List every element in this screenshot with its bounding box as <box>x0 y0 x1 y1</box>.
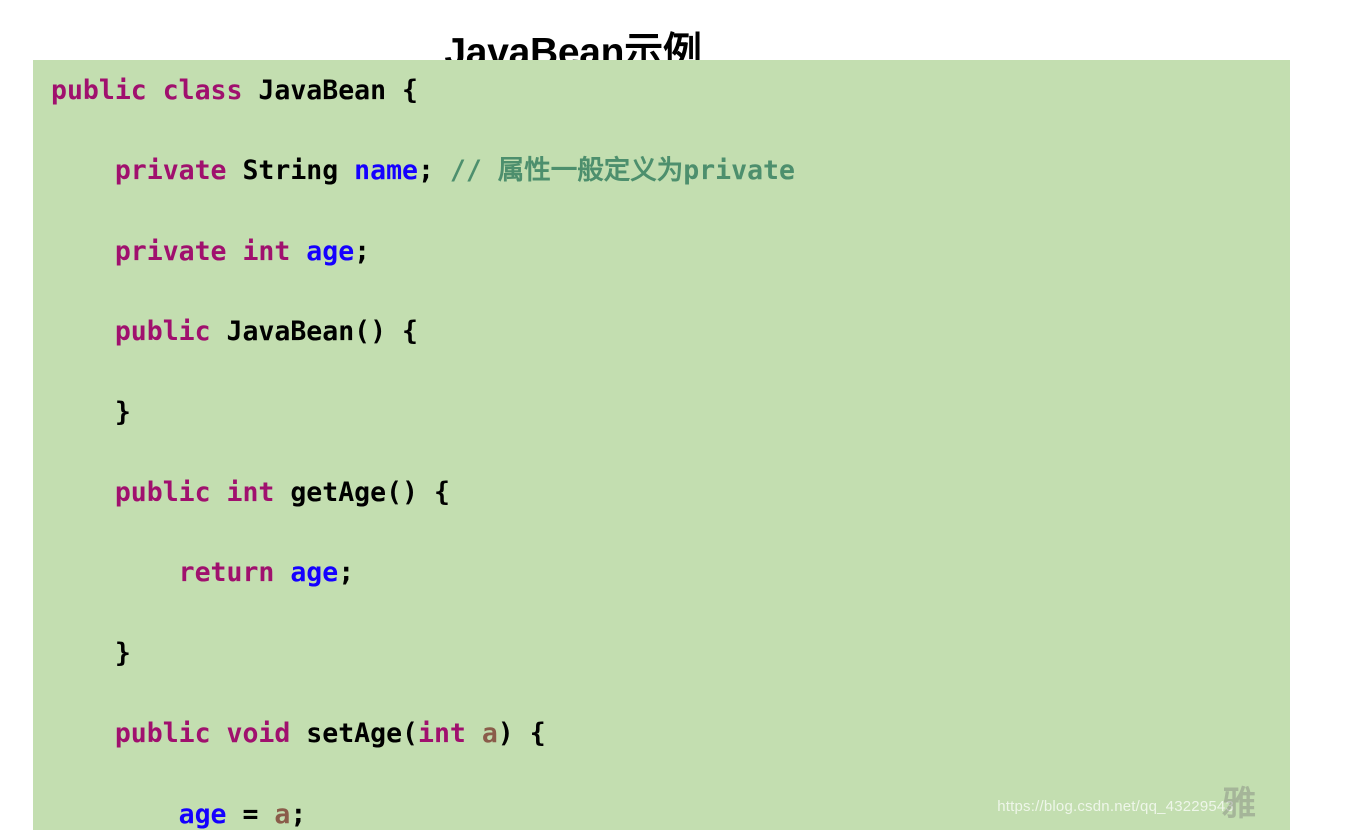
code-token-fld: age <box>306 235 355 267</box>
code-line: public int getAge() { <box>51 473 795 513</box>
code-token-par: a <box>481 718 498 750</box>
code-token-fld: name <box>354 155 418 187</box>
code-token-fld: age <box>290 557 339 589</box>
code-token-pun: ; <box>338 557 355 589</box>
code-line: private String name; // 属性一般定义为private <box>51 151 795 191</box>
code-token-pun <box>51 316 115 347</box>
code-token-kw: int <box>242 235 307 267</box>
code-token-pun: = <box>226 798 275 830</box>
code-token-pun: () { <box>354 316 418 348</box>
code-token-pun <box>51 718 115 749</box>
code-token-kw: public <box>114 476 227 508</box>
code-token-pun: ) { <box>497 718 546 750</box>
code-token-kw: int <box>418 718 482 750</box>
code-token-pun: ; <box>417 155 450 187</box>
code-token-kw: private <box>114 155 243 187</box>
code-token-fn: JavaBean <box>226 316 355 348</box>
code-token-par: a <box>274 798 291 830</box>
code-line: } <box>51 634 795 674</box>
code-token-type: JavaBean <box>258 75 387 106</box>
code-token-fld: age <box>178 798 227 830</box>
code-token-pun <box>51 799 179 830</box>
code-token-pun <box>51 477 115 508</box>
code-token-kw: void <box>226 718 307 750</box>
code-token-kw: class <box>162 75 259 106</box>
code-token-pun <box>51 557 179 588</box>
code-token-pun <box>51 155 115 186</box>
watermark-logo-icon: 雅 <box>1222 784 1256 824</box>
code-token-pun: } <box>51 396 131 428</box>
code-line: public void setAge(int a) { <box>51 714 795 754</box>
code-token-kw: public <box>51 75 163 106</box>
code-token-pun: } <box>51 637 131 669</box>
code-token-kw: public <box>114 718 227 750</box>
code-token-pun: ; <box>354 235 371 267</box>
code-token-fn: getAge <box>290 476 387 508</box>
code-line: public class JavaBean { <box>51 71 795 111</box>
code-token-pun: { <box>386 75 418 106</box>
code-line: public JavaBean() { <box>51 312 795 352</box>
code-token-cmt: // 属性一般定义为private <box>449 155 795 187</box>
code-token-kw: private <box>114 235 243 267</box>
code-token-pun: ; <box>290 798 307 830</box>
code-token-kw: int <box>226 476 291 508</box>
code-block: public class JavaBean { private String n… <box>33 60 1290 830</box>
code-line: private int age; <box>51 232 795 272</box>
code-token-fn: setAge <box>306 718 403 750</box>
code-listing: public class JavaBean { private String n… <box>33 60 795 830</box>
code-token-kw: return <box>178 557 291 589</box>
watermark-url: https://blog.csdn.net/qq_43229543 <box>997 798 1234 815</box>
code-token-pun: () { <box>386 476 450 508</box>
code-token-pun <box>51 236 115 267</box>
code-line: } <box>51 393 795 433</box>
code-token-type: String <box>242 155 355 187</box>
code-line: age = a; <box>51 795 795 830</box>
code-line: return age; <box>51 553 795 593</box>
code-token-pun: ( <box>402 718 418 750</box>
code-token-kw: public <box>114 316 227 348</box>
